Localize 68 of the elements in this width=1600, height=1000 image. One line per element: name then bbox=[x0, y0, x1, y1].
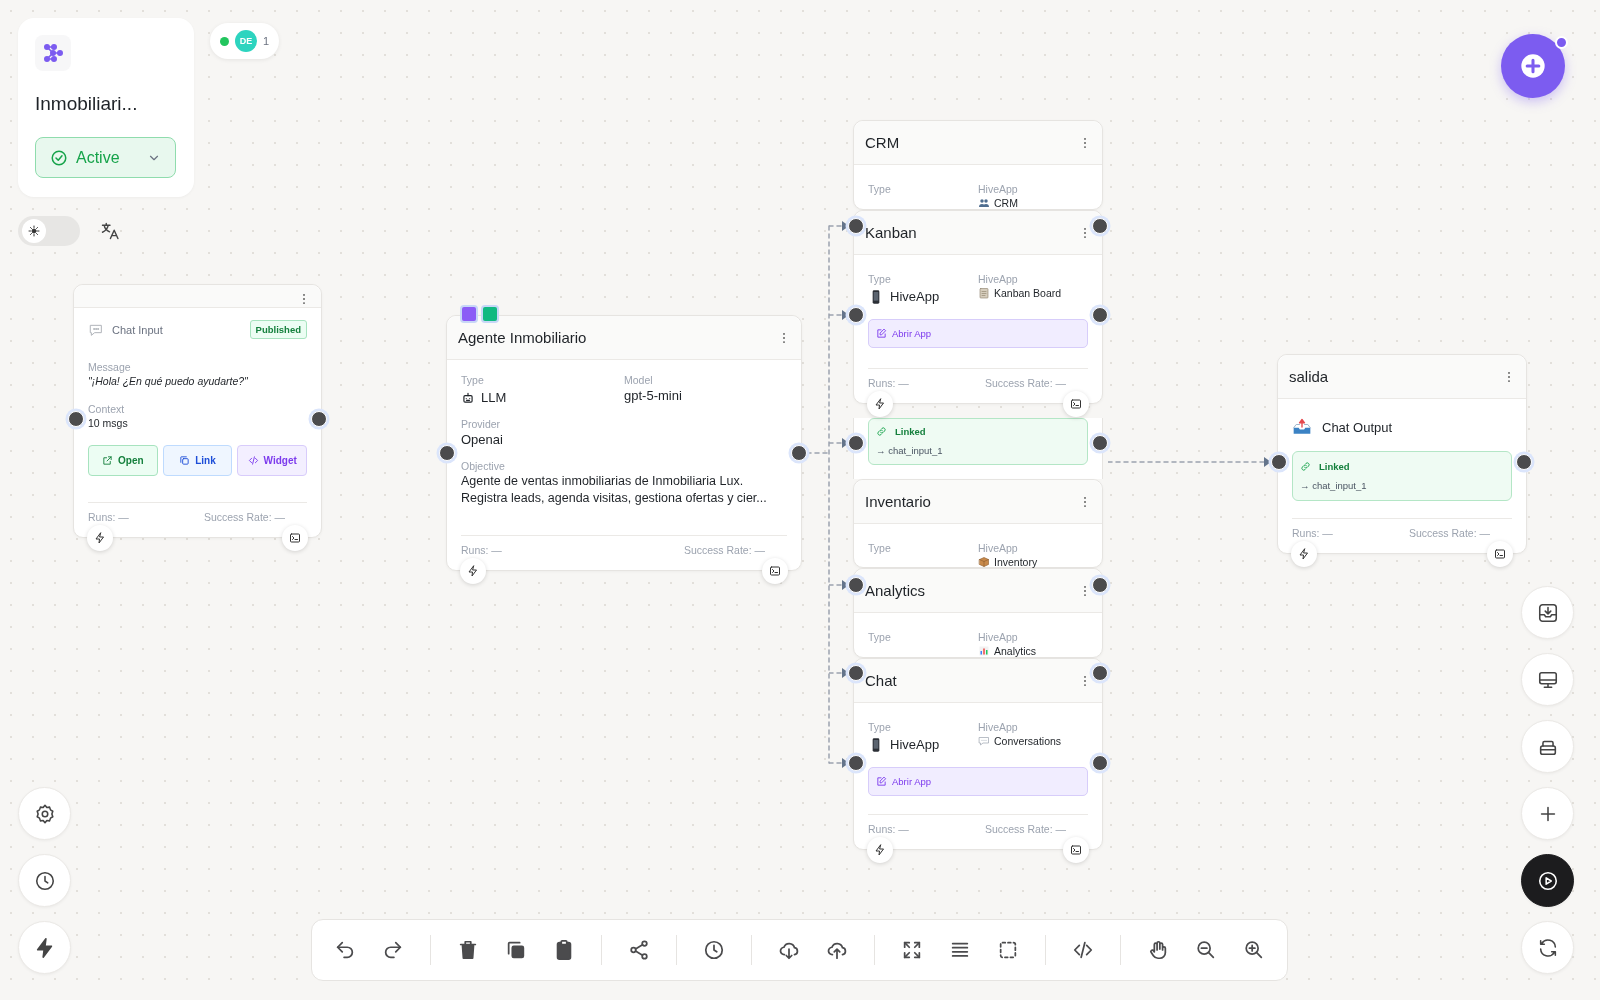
workflow-node[interactable]: Analytics Type HiveApp Analytics bbox=[853, 568, 1103, 658]
field-label: HiveApp bbox=[978, 273, 1019, 286]
node-type-label: Chat Output bbox=[1322, 419, 1393, 435]
open-app-button[interactable]: Abrir App bbox=[868, 319, 1088, 348]
node-title: CRM bbox=[865, 134, 900, 151]
runs-stat: Runs: — bbox=[88, 511, 129, 523]
field-label: Type bbox=[868, 631, 892, 644]
runs-stat: Runs: — bbox=[868, 377, 909, 389]
field-label: Type bbox=[461, 374, 485, 387]
field-value: CRM bbox=[994, 197, 1018, 209]
workflow-node[interactable]: Chat Input Published Message "¡Hola! ¿En qué puedo ayudarte?" Context 10 msgs Open Link Widget Runs: — Success Rate: — bbox=[73, 284, 322, 538]
field-value: Inventory bbox=[994, 556, 1038, 568]
workflow-node[interactable]: Kanban Type HiveApp HiveApp Kanban Board Abrir App Runs: — Success Rate: — bbox=[853, 210, 1103, 404]
field-label: HiveApp bbox=[978, 631, 1019, 644]
success-rate-stat: Success Rate: — bbox=[984, 377, 1066, 389]
open-app-button[interactable]: Abrir App bbox=[868, 767, 1088, 796]
node-title: Chat bbox=[865, 672, 897, 689]
field-value: "¡Hola! ¿En qué puedo ayudarte?" bbox=[88, 374, 249, 389]
node-action-button[interactable]: Link bbox=[162, 445, 233, 476]
linked-label: Linked bbox=[1319, 461, 1350, 472]
runs-stat: Runs: — bbox=[461, 544, 502, 556]
field-label: Objective bbox=[461, 460, 506, 473]
workflow-title: Inmobiliari... bbox=[35, 93, 138, 115]
linked-label: Linked bbox=[895, 426, 926, 437]
success-rate-stat: Success Rate: — bbox=[1408, 527, 1490, 539]
field-label: Type bbox=[868, 721, 892, 734]
objective-text: Agente de ventas inmobiliarias de Inmobiliaria Lux. Registra leads, agenda visitas, gestiona ofertas y cier... bbox=[461, 473, 768, 507]
field-label: Type bbox=[868, 183, 892, 196]
success-rate-stat: Success Rate: — bbox=[683, 544, 765, 556]
node-action-button[interactable]: Widget bbox=[237, 445, 307, 476]
field-label: HiveApp bbox=[978, 183, 1019, 196]
field-value: gpt-5-mini bbox=[624, 387, 683, 404]
field-value: 10 msgs bbox=[88, 416, 129, 431]
linked-target: → chat_input_1 bbox=[876, 445, 944, 456]
field-value: Conversations bbox=[994, 735, 1062, 747]
node-title: Kanban bbox=[865, 224, 917, 241]
node-title: Analytics bbox=[865, 582, 926, 599]
field-label: Provider bbox=[461, 418, 502, 431]
runs-stat: Runs: — bbox=[868, 823, 909, 835]
node-action-button[interactable]: Open bbox=[88, 445, 158, 476]
field-value: Kanban Board bbox=[994, 287, 1062, 299]
field-label: Message bbox=[88, 361, 132, 374]
field-label: Type bbox=[868, 273, 892, 286]
workflow-node[interactable]: salida Chat Output Linked → chat_input_1 Runs: — Success Rate: — bbox=[1277, 354, 1527, 554]
field-label: Type bbox=[868, 542, 892, 555]
node-title: salida bbox=[1289, 368, 1329, 385]
user-count: 1 bbox=[263, 35, 270, 47]
workflow-node[interactable]: CRM Type HiveApp CRM bbox=[853, 120, 1103, 210]
field-label: HiveApp bbox=[978, 721, 1019, 734]
field-value: HiveApp bbox=[890, 288, 940, 305]
workflow-node[interactable]: Inventario Type HiveApp Inventory bbox=[853, 479, 1103, 568]
success-rate-stat: Success Rate: — bbox=[984, 823, 1066, 835]
field-label: Model bbox=[624, 374, 654, 387]
field-label: HiveApp bbox=[978, 542, 1019, 555]
node-type-label: Chat Input bbox=[112, 323, 164, 336]
runs-stat: Runs: — bbox=[1292, 527, 1333, 539]
node-title: Inventario bbox=[865, 493, 931, 510]
linked-target: → chat_input_1 bbox=[1300, 480, 1368, 491]
field-value: Analytics bbox=[994, 645, 1036, 657]
user-avatar: DE bbox=[235, 30, 257, 52]
field-value: Openai bbox=[461, 431, 504, 448]
published-badge: Published bbox=[249, 320, 307, 339]
workflow-node[interactable]: Chat Type HiveApp HiveApp Conversations Abrir App Runs: — Success Rate: — bbox=[853, 658, 1103, 850]
success-rate-stat: Success Rate: — bbox=[203, 511, 285, 523]
field-value: HiveApp bbox=[890, 736, 940, 753]
node-title: Agente Inmobiliario bbox=[458, 329, 587, 346]
field-value: LLM bbox=[481, 389, 507, 406]
field-label: Context bbox=[88, 403, 126, 416]
